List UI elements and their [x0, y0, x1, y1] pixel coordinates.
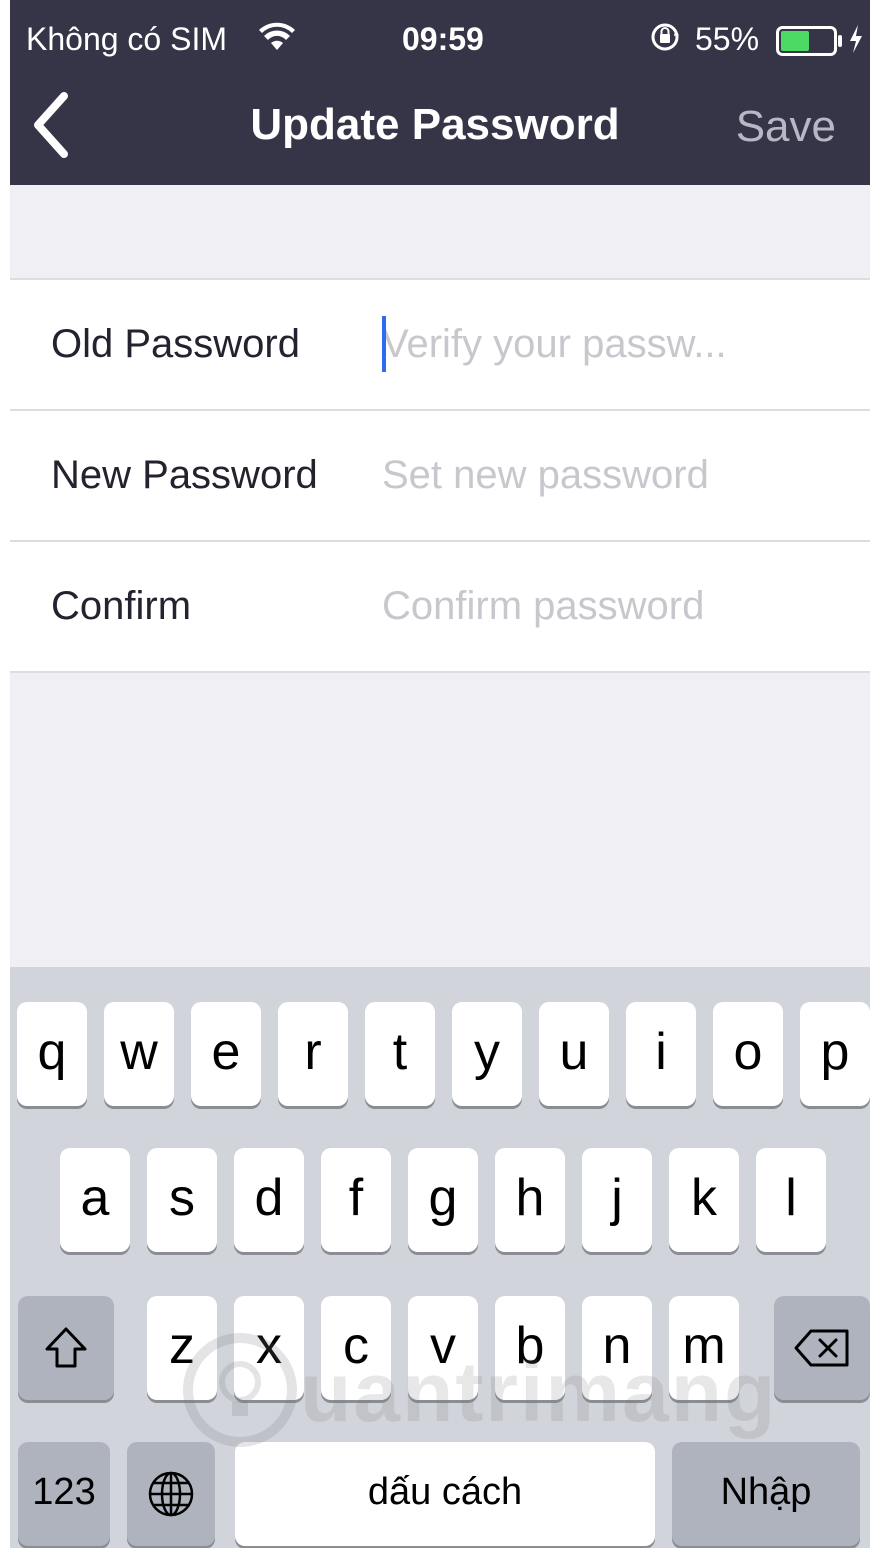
password-form: Old Password New Password Confirm — [10, 278, 870, 673]
globe-key[interactable] — [127, 1442, 215, 1546]
key-b[interactable]: b — [495, 1296, 565, 1400]
key-v[interactable]: v — [408, 1296, 478, 1400]
key-s[interactable]: s — [147, 1148, 217, 1252]
key-g[interactable]: g — [408, 1148, 478, 1252]
globe-icon — [148, 1471, 194, 1517]
on-screen-keyboard: q w e r t y u i o p a s d f g h j k l z … — [10, 967, 870, 1548]
numbers-key[interactable]: 123 — [18, 1442, 110, 1546]
battery-percent: 55% — [695, 21, 760, 57]
phone-screen: Không có SIM 09:59 55% Update Password S… — [10, 0, 870, 1548]
app-header: Không có SIM 09:59 55% Update Password S… — [10, 0, 870, 185]
key-m[interactable]: m — [669, 1296, 739, 1400]
key-a[interactable]: a — [60, 1148, 130, 1252]
key-h[interactable]: h — [495, 1148, 565, 1252]
orientation-lock-icon — [650, 22, 680, 60]
carrier-label: Không có SIM — [26, 21, 227, 57]
backspace-key[interactable] — [774, 1296, 870, 1400]
new-password-label: New Password — [51, 453, 318, 497]
key-c[interactable]: c — [321, 1296, 391, 1400]
key-i[interactable]: i — [626, 1002, 696, 1106]
charging-icon — [848, 24, 864, 62]
new-password-input[interactable] — [382, 439, 852, 511]
key-w[interactable]: w — [104, 1002, 174, 1106]
confirm-password-row: Confirm — [10, 542, 870, 673]
wifi-icon — [258, 22, 296, 60]
shift-icon — [45, 1327, 87, 1368]
key-t[interactable]: t — [365, 1002, 435, 1106]
save-button[interactable]: Save — [736, 100, 836, 154]
old-password-row: Old Password — [10, 280, 870, 411]
new-password-row: New Password — [10, 411, 870, 542]
key-r[interactable]: r — [278, 1002, 348, 1106]
confirm-password-input[interactable] — [382, 570, 852, 642]
battery-icon — [776, 26, 844, 64]
return-key[interactable]: Nhập — [672, 1442, 860, 1546]
key-f[interactable]: f — [321, 1148, 391, 1252]
key-u[interactable]: u — [539, 1002, 609, 1106]
old-password-label: Old Password — [51, 322, 300, 366]
space-key[interactable]: dấu cách — [235, 1442, 655, 1546]
key-j[interactable]: j — [582, 1148, 652, 1252]
shift-key[interactable] — [18, 1296, 114, 1400]
key-y[interactable]: y — [452, 1002, 522, 1106]
key-p[interactable]: p — [800, 1002, 870, 1106]
clock-time: 09:59 — [402, 21, 484, 57]
old-password-input[interactable] — [382, 308, 852, 380]
backspace-icon — [794, 1329, 849, 1367]
key-q[interactable]: q — [17, 1002, 87, 1106]
key-e[interactable]: e — [191, 1002, 261, 1106]
key-d[interactable]: d — [234, 1148, 304, 1252]
key-x[interactable]: x — [234, 1296, 304, 1400]
key-z[interactable]: z — [147, 1296, 217, 1400]
confirm-password-label: Confirm — [51, 584, 192, 628]
key-k[interactable]: k — [669, 1148, 739, 1252]
key-o[interactable]: o — [713, 1002, 783, 1106]
key-l[interactable]: l — [756, 1148, 826, 1252]
key-n[interactable]: n — [582, 1296, 652, 1400]
text-caret — [382, 316, 386, 372]
